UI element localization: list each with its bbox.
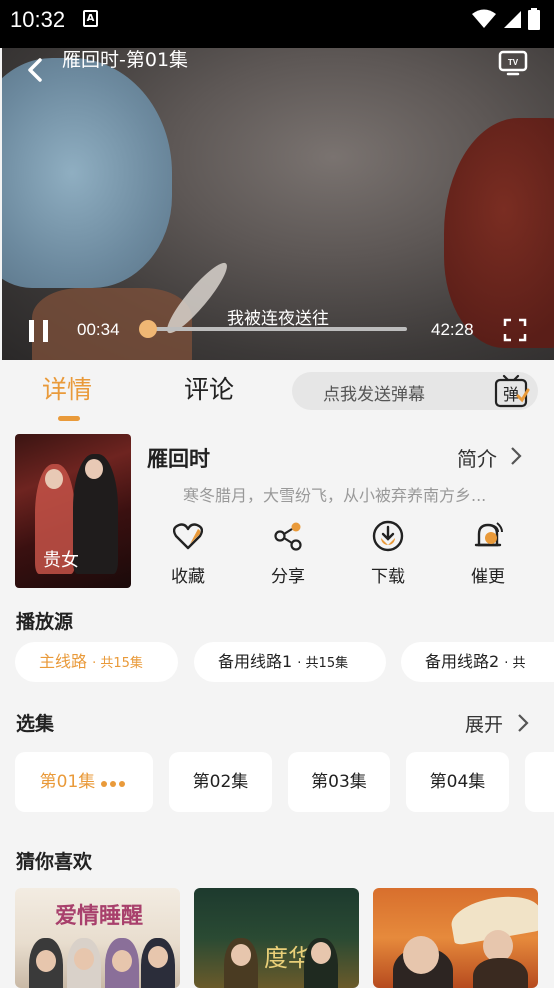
source-chip-main[interactable]: 主线路 · 共15集 [15,642,178,682]
favorite-label: 收藏 [171,567,205,587]
remind-label: 催更 [471,567,505,587]
battery-icon [528,8,540,30]
poster-face-left [45,469,63,489]
poster-title: 贵女 [43,550,79,571]
episodes-title: 选集 [16,713,55,735]
status-bar: 10:32 A [0,0,554,48]
download-icon [372,520,404,552]
source-count: · 共 [504,656,526,671]
fullscreen-icon[interactable] [503,318,527,342]
episode-item[interactable]: 第03集 [288,752,390,812]
content-tabs: 详情 评论 点我发送弹幕 弹 [0,360,554,422]
source-name: 备用线路2 [425,652,500,671]
episode-item[interactable]: 第02集 [169,752,272,812]
danmu-placeholder: 点我发送弹幕 [323,385,425,405]
tv-cast-icon[interactable]: TV [498,50,528,76]
source-chip-backup2[interactable]: 备用线路2 · 共 [401,642,554,682]
back-arrow-icon[interactable] [24,58,44,82]
episode-label: 第03集 [311,772,367,792]
danmu-icon-label: 弹 [503,385,519,404]
poster-face [231,944,251,966]
show-description: 寒冬腊月，大雪纷飞，从小被弃养南方乡... [183,486,487,505]
show-poster[interactable]: 贵女 [15,434,131,588]
status-time: 10:32 [10,7,66,32]
sources-title: 播放源 [16,611,74,633]
notification-icon: A [83,10,98,27]
poster-face [403,936,439,974]
heart-icon [173,523,203,550]
danmu-input[interactable]: 点我发送弹幕 弹 [292,372,538,410]
download-button[interactable]: 下载 [353,518,423,587]
svg-text:TV: TV [508,58,519,67]
recommend-card[interactable]: 度华 [194,888,359,988]
chevron-right-icon[interactable] [517,713,529,733]
poster-face [36,950,56,972]
wifi-icon [472,9,496,28]
recommend-card[interactable] [373,888,538,988]
poster-figure [473,958,528,988]
source-name: 主线路 [39,652,88,671]
playing-indicator-icon [101,752,128,812]
progress-bar[interactable] [142,327,407,331]
episode-item-partial[interactable] [525,752,554,812]
episode-label: 第02集 [192,772,249,792]
video-player[interactable]: 雁回时-第01集 TV 我被连夜送往 00:34 42:28 [2,48,554,360]
poster-face [311,942,331,964]
source-count: · 共15集 [92,656,143,671]
episode-item[interactable]: 第04集 [406,752,509,812]
poster-face-right [85,459,103,479]
episode-label: 第04集 [429,772,486,792]
chevron-right-icon[interactable] [510,446,522,466]
download-label: 下载 [371,567,405,587]
signal-icon [504,11,521,28]
source-chip-backup1[interactable]: 备用线路1 · 共15集 [194,642,386,682]
tab-details[interactable]: 详情 [42,370,92,406]
recommend-poster-title: 爱情睡醒 [55,903,144,929]
remind-button[interactable]: 催更 [453,518,523,587]
pause-icon[interactable] [28,319,50,343]
tab-comments[interactable]: 评论 [184,370,234,406]
poster-face [148,946,168,968]
tab-indicator [58,416,80,421]
source-name: 备用线路1 [218,652,293,671]
danmu-icon[interactable]: 弹 [494,374,530,408]
favorite-button[interactable]: 收藏 [153,518,223,587]
bell-icon [474,522,503,547]
episode-label: 第01集 [39,772,96,792]
video-title: 雁回时-第01集 [62,49,189,71]
poster-face [74,948,94,970]
current-time: 00:34 [77,320,120,339]
progress-thumb[interactable] [139,320,157,338]
share-label: 分享 [271,567,305,587]
recommend-title: 猜你喜欢 [16,851,93,873]
share-button[interactable]: 分享 [253,518,323,587]
share-icon [274,522,302,551]
poster-face [112,950,132,972]
player-top-bar: 雁回时-第01集 TV [2,48,554,96]
expand-link[interactable]: 展开 [465,710,503,737]
intro-link[interactable]: 简介 [457,443,497,472]
total-time: 42:28 [431,320,474,339]
source-count: · 共15集 [297,656,349,671]
show-title: 雁回时 [147,447,210,471]
recommend-card[interactable]: 爱情睡醒 [15,888,180,988]
system-icons [472,8,540,30]
episode-item-active[interactable]: 第01集 [15,752,153,812]
